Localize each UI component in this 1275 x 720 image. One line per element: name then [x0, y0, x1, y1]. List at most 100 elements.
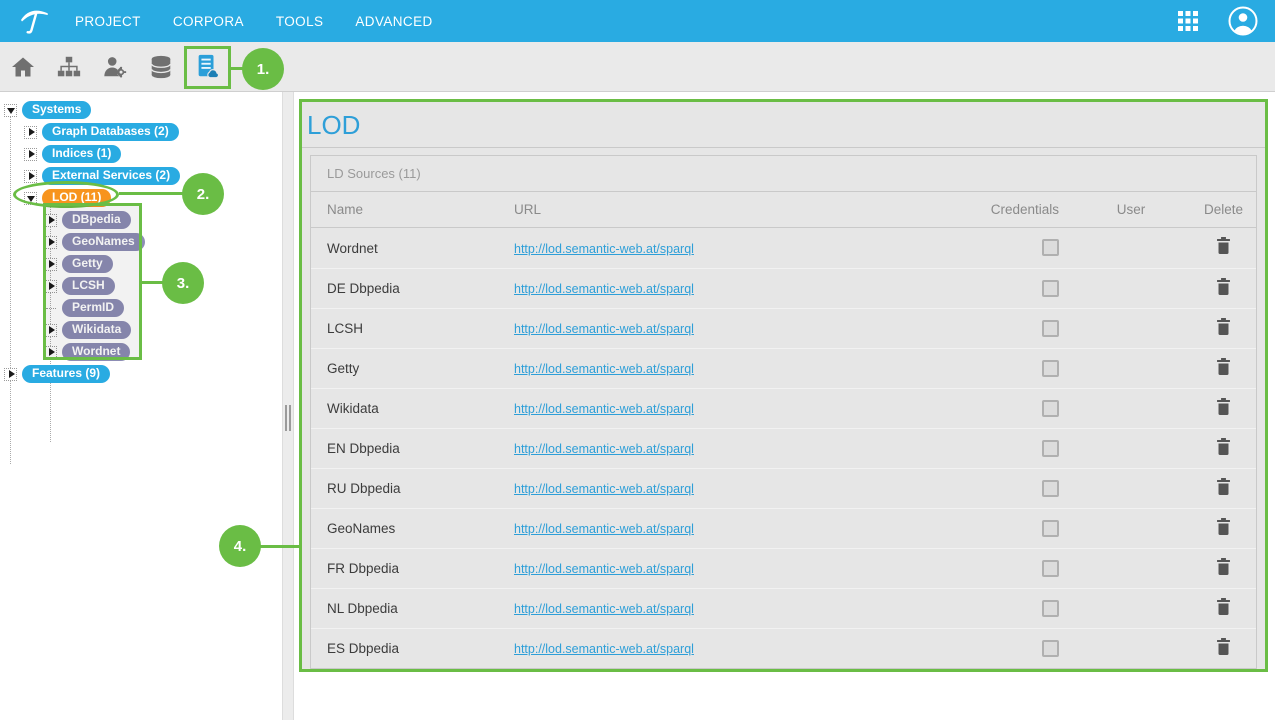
table-body: Wordnet http://lod.semantic-web.at/sparq… — [311, 228, 1256, 668]
annotation-circle-2: 2. — [182, 173, 224, 215]
source-url-link[interactable]: http://lod.semantic-web.at/sparql — [514, 402, 694, 416]
source-name: Getty — [311, 361, 514, 376]
table-row: NL Dbpedia http://lod.semantic-web.at/sp… — [311, 588, 1256, 628]
source-url-link[interactable]: http://lod.semantic-web.at/sparql — [514, 362, 694, 376]
expand-arrow-icon[interactable] — [4, 368, 17, 381]
credentials-checkbox[interactable] — [1042, 320, 1059, 337]
navbar-right — [1177, 5, 1275, 37]
tree-node-graph-databases-2[interactable]: Graph Databases (2) — [0, 121, 282, 143]
main-menu: PROJECT CORPORA TOOLS ADVANCED — [75, 14, 465, 29]
delete-trash-icon[interactable] — [1216, 478, 1231, 495]
credentials-checkbox[interactable] — [1042, 560, 1059, 577]
user-avatar-icon[interactable] — [1227, 5, 1259, 37]
page-title: LOD — [302, 102, 1265, 148]
tree-node-systems[interactable]: Systems — [0, 99, 282, 121]
menu-advanced[interactable]: ADVANCED — [355, 14, 432, 29]
credentials-checkbox[interactable] — [1042, 280, 1059, 297]
col-header-user: User — [1071, 202, 1191, 217]
section-title: LD Sources (11) — [311, 156, 1256, 192]
source-name: NL Dbpedia — [311, 601, 514, 616]
collapse-arrow-icon[interactable] — [4, 104, 17, 117]
delete-trash-icon[interactable] — [1216, 558, 1231, 575]
source-url-link[interactable]: http://lod.semantic-web.at/sparql — [514, 282, 694, 296]
source-url-link[interactable]: http://lod.semantic-web.at/sparql — [514, 442, 694, 456]
delete-trash-icon[interactable] — [1216, 598, 1231, 615]
source-name: GeoNames — [311, 521, 514, 536]
source-name: Wordnet — [311, 241, 514, 256]
expand-arrow-icon[interactable] — [24, 170, 37, 183]
lod-panel: LOD LD Sources (11) Name URL Credentials… — [299, 99, 1268, 672]
credentials-checkbox[interactable] — [1042, 400, 1059, 417]
toggle-triangle — [29, 128, 35, 136]
tree-node-indices-1[interactable]: Indices (1) — [0, 143, 282, 165]
menu-corpora[interactable]: CORPORA — [173, 14, 244, 29]
tree-pill[interactable]: Graph Databases (2) — [42, 123, 179, 141]
annotation-circle-4: 4. — [219, 525, 261, 567]
delete-trash-icon[interactable] — [1216, 638, 1231, 655]
source-url-link[interactable]: http://lod.semantic-web.at/sparql — [514, 322, 694, 336]
credentials-checkbox[interactable] — [1042, 360, 1059, 377]
table-header-row: Name URL Credentials User Delete — [311, 192, 1256, 228]
annotation-circle-3: 3. — [162, 262, 204, 304]
top-navbar: PROJECT CORPORA TOOLS ADVANCED — [0, 0, 1275, 42]
annotation-circle-1: 1. — [242, 48, 284, 90]
home-icon[interactable] — [10, 52, 36, 82]
delete-trash-icon[interactable] — [1216, 358, 1231, 375]
source-url-link[interactable]: http://lod.semantic-web.at/sparql — [514, 242, 694, 256]
source-url-link[interactable]: http://lod.semantic-web.at/sparql — [514, 562, 694, 576]
poolparty-umbrella-logo — [14, 3, 54, 39]
annotation-box-3 — [43, 203, 142, 360]
table-row: DE Dbpedia http://lod.semantic-web.at/sp… — [311, 268, 1256, 308]
source-url-link[interactable]: http://lod.semantic-web.at/sparql — [514, 642, 694, 656]
menu-project[interactable]: PROJECT — [75, 14, 141, 29]
col-header-credentials: Credentials — [961, 202, 1071, 217]
source-url-link[interactable]: http://lod.semantic-web.at/sparql — [514, 602, 694, 616]
toggle-triangle — [29, 172, 35, 180]
source-name: FR Dbpedia — [311, 561, 514, 576]
col-header-delete: Delete — [1191, 202, 1256, 217]
credentials-checkbox[interactable] — [1042, 640, 1059, 657]
delete-trash-icon[interactable] — [1216, 398, 1231, 415]
credentials-checkbox[interactable] — [1042, 520, 1059, 537]
user-settings-icon[interactable] — [102, 52, 128, 82]
col-header-name: Name — [311, 202, 514, 217]
delete-trash-icon[interactable] — [1216, 278, 1231, 295]
sidebar-splitter[interactable] — [282, 92, 294, 720]
app-window: PROJECT CORPORA TOOLS ADVANCED — [0, 0, 1275, 720]
source-url-link[interactable]: http://lod.semantic-web.at/sparql — [514, 482, 694, 496]
source-url-link[interactable]: http://lod.semantic-web.at/sparql — [514, 522, 694, 536]
credentials-checkbox[interactable] — [1042, 239, 1059, 256]
toggle-triangle — [7, 108, 15, 114]
table-row: EN Dbpedia http://lod.semantic-web.at/sp… — [311, 428, 1256, 468]
expand-arrow-icon[interactable] — [24, 126, 37, 139]
table-row: GeoNames http://lod.semantic-web.at/spar… — [311, 508, 1256, 548]
menu-tools[interactable]: TOOLS — [276, 14, 324, 29]
tree-node-features-9[interactable]: Features (9) — [0, 363, 282, 385]
sitemap-icon[interactable] — [56, 52, 82, 82]
source-name: DE Dbpedia — [311, 281, 514, 296]
apps-grid-icon[interactable] — [1177, 10, 1199, 32]
tree-pill[interactable]: Indices (1) — [42, 145, 121, 163]
delete-trash-icon[interactable] — [1216, 318, 1231, 335]
ld-sources-table: LD Sources (11) Name URL Credentials Use… — [310, 155, 1257, 669]
delete-trash-icon[interactable] — [1216, 518, 1231, 535]
table-row: Wikidata http://lod.semantic-web.at/spar… — [311, 388, 1256, 428]
table-row: Wordnet http://lod.semantic-web.at/sparq… — [311, 228, 1256, 268]
delete-trash-icon[interactable] — [1216, 237, 1231, 254]
credentials-checkbox[interactable] — [1042, 440, 1059, 457]
tree-pill[interactable]: Features (9) — [22, 365, 110, 383]
expand-arrow-icon[interactable] — [24, 148, 37, 161]
credentials-checkbox[interactable] — [1042, 480, 1059, 497]
annotation-line-2 — [119, 192, 183, 195]
credentials-checkbox[interactable] — [1042, 600, 1059, 617]
source-name: RU Dbpedia — [311, 481, 514, 496]
col-header-url: URL — [514, 202, 961, 217]
database-icon[interactable] — [148, 52, 174, 82]
delete-trash-icon[interactable] — [1216, 438, 1231, 455]
source-name: Wikidata — [311, 401, 514, 416]
toggle-triangle — [29, 150, 35, 158]
table-row: ES Dbpedia http://lod.semantic-web.at/sp… — [311, 628, 1256, 668]
splitter-grip-icon[interactable] — [285, 405, 291, 431]
annotation-line-4 — [260, 545, 299, 548]
tree-pill[interactable]: Systems — [22, 101, 91, 119]
